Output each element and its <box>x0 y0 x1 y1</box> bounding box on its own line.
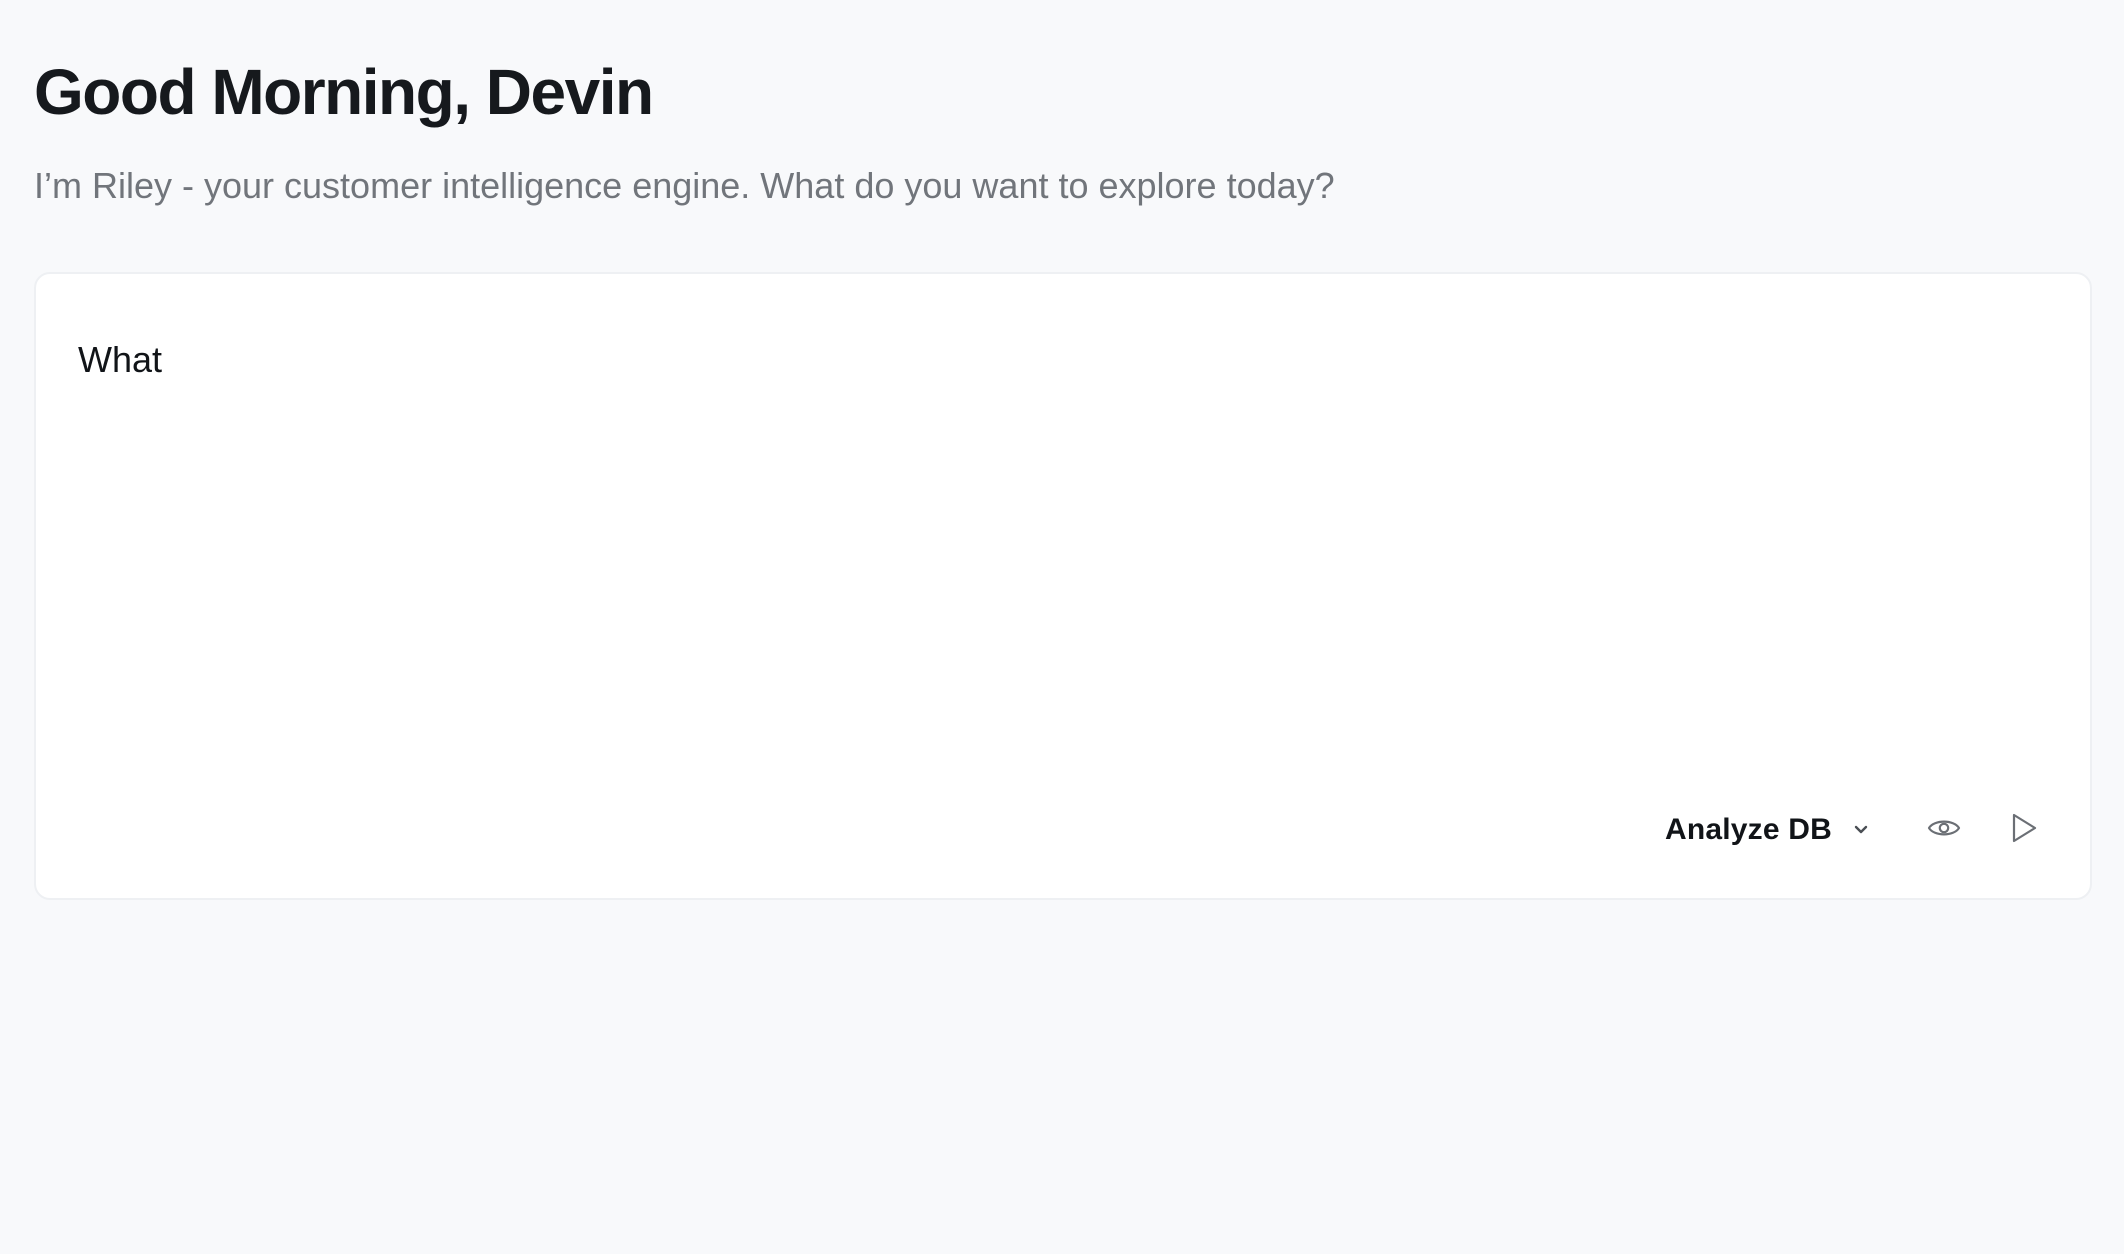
eye-icon <box>1927 816 1961 845</box>
chevron-down-icon <box>1850 819 1872 841</box>
page-title: Good Morning, Devin <box>34 56 654 128</box>
mode-select-value: Analyze DB <box>1664 813 1832 846</box>
mode-select[interactable]: Analyze DB <box>1657 802 1880 858</box>
send-button[interactable] <box>1996 802 2052 858</box>
prompt-composer: What Analyze DB <box>34 272 2092 900</box>
composer-toolbar: Analyze DB <box>1657 802 2052 858</box>
prompt-input[interactable]: What <box>78 336 2038 736</box>
preview-button[interactable] <box>1916 802 1972 858</box>
home-page: Good Morning, Devin I’m Riley - your cus… <box>0 0 2124 1254</box>
send-icon <box>2010 812 2038 849</box>
page-subtitle: I’m Riley - your customer intelligence e… <box>34 165 1335 206</box>
